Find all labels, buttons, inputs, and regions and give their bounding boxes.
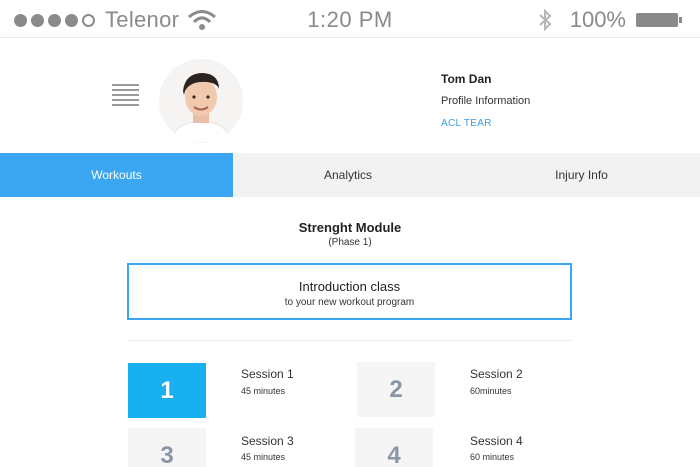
session-title: Session 2 (470, 367, 523, 381)
avatar (159, 59, 243, 143)
module-phase: (Phase 1) (328, 237, 372, 248)
menu-line (112, 89, 139, 91)
menu-line (112, 104, 139, 106)
tab-injury-info[interactable]: Injury Info (463, 153, 700, 197)
menu-line (112, 99, 139, 101)
session-tile-2[interactable]: 2 (357, 362, 435, 417)
avatar-photo (159, 59, 243, 143)
profile-subtitle: Profile Information (441, 95, 531, 107)
profile-name: Tom Dan (441, 72, 492, 86)
module-title: Strenght Module (298, 220, 402, 235)
session-duration: 60 minutes (470, 452, 515, 462)
status-right: 100% (538, 7, 682, 33)
session-tile-4[interactable]: 4 (355, 428, 433, 467)
session-title: Session 4 (470, 434, 523, 448)
injury-link[interactable]: ACL TEAR (441, 118, 530, 129)
bluetooth-icon (539, 8, 552, 32)
intro-class-card[interactable]: Introduction class to your new workout p… (127, 263, 572, 320)
session-duration: 45 minutes (241, 452, 286, 462)
session-title: Session 1 (241, 367, 294, 381)
intro-subtitle: to your new workout program (284, 297, 415, 308)
profile-info: Tom Dan Profile Information ACL TEAR (441, 72, 530, 129)
session-title: Session 3 (241, 434, 294, 448)
tab-analytics[interactable]: Analytics (233, 153, 463, 197)
tab-workouts[interactable]: Workouts (0, 153, 233, 197)
session-duration: 60minutes (470, 386, 512, 396)
session-tile-3[interactable]: 3 (128, 428, 206, 467)
battery-icon (636, 13, 682, 27)
session-duration: 45 minutes (241, 386, 286, 396)
tab-bar: Workouts Analytics Injury Info (0, 153, 700, 197)
status-bar: Telenor 1:20 PM 100% (0, 0, 700, 38)
hamburger-menu-icon[interactable] (112, 84, 139, 106)
divider (127, 340, 572, 341)
session-tile-1[interactable]: 1 (128, 363, 206, 418)
battery-percentage: 100% (569, 7, 626, 32)
intro-title: Introduction class (298, 279, 401, 294)
menu-line (112, 94, 139, 96)
menu-line (112, 84, 139, 86)
